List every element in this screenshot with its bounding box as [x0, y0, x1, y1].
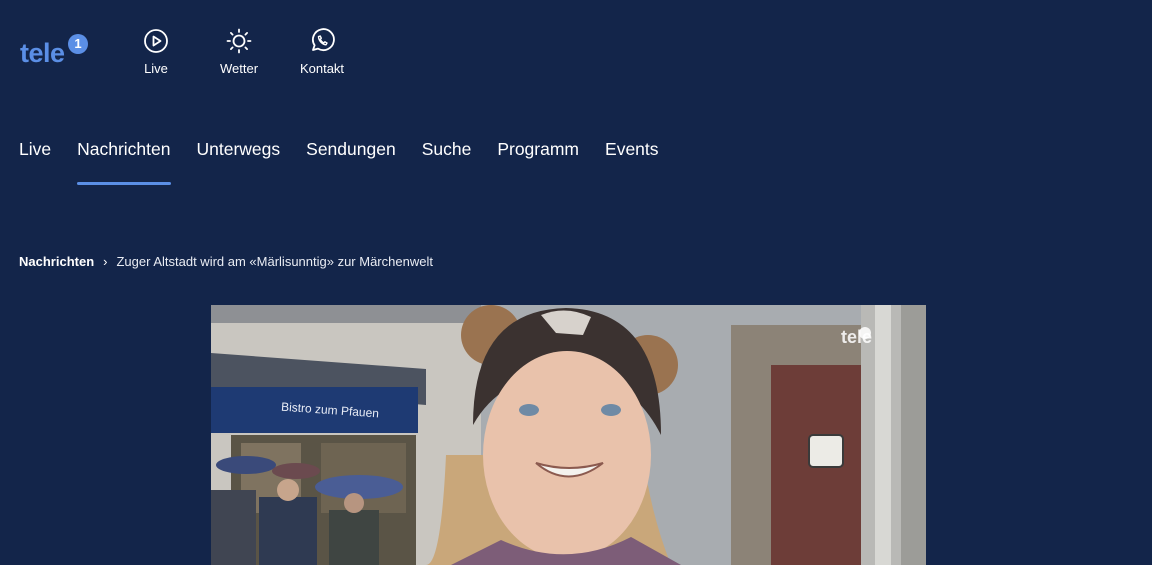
- nav-sendungen[interactable]: Sendungen: [306, 139, 396, 160]
- nav-programm[interactable]: Programm: [497, 139, 579, 160]
- logo-badge: 1: [68, 34, 88, 54]
- logo-text: tele: [20, 38, 65, 68]
- video-player[interactable]: tele Bistro zum Pfauen: [211, 305, 926, 565]
- nav-unterwegs[interactable]: Unterwegs: [197, 139, 281, 160]
- nav-events[interactable]: Events: [605, 139, 659, 160]
- nav-nachrichten[interactable]: Nachrichten: [77, 139, 171, 185]
- nav-suche[interactable]: Suche: [422, 139, 472, 160]
- quick-link-label: Wetter: [219, 61, 259, 76]
- breadcrumb-current: Zuger Altstadt wird am «Märlisunntig» zu…: [116, 254, 433, 269]
- nav-live[interactable]: Live: [19, 139, 51, 160]
- sun-icon: [226, 28, 252, 54]
- chevron-right-icon: ›: [103, 254, 108, 269]
- quick-link-wetter[interactable]: Wetter: [204, 28, 274, 76]
- play-circle-icon: [144, 29, 168, 53]
- main-navigation: Live Nachrichten Unterwegs Sendungen Suc…: [19, 139, 685, 185]
- quick-link-live[interactable]: Live: [121, 28, 191, 76]
- quick-link-kontakt[interactable]: Kontakt: [287, 28, 357, 76]
- quick-link-label: Live: [144, 61, 168, 76]
- breadcrumb-parent-link[interactable]: Nachrichten: [19, 254, 94, 269]
- video-frame-image: [211, 305, 926, 565]
- whatsapp-phone-icon: [312, 28, 335, 51]
- breadcrumb: Nachrichten › Zuger Altstadt wird am «Mä…: [19, 254, 433, 269]
- watermark-badge: [859, 327, 871, 339]
- tele1-logo[interactable]: tele 1: [20, 32, 92, 68]
- quick-link-label: Kontakt: [299, 61, 345, 76]
